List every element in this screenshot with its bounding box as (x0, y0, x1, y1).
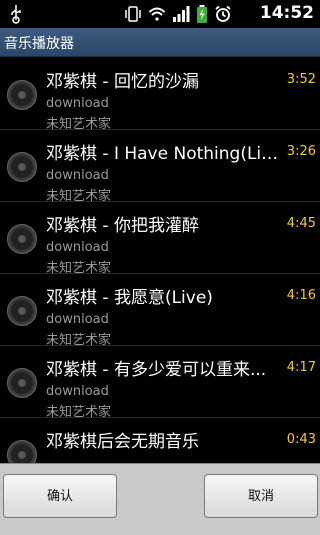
song-duration: 4:45 (286, 216, 316, 231)
song-row[interactable]: 邓紫棋后会无期音乐 0:43 (0, 417, 320, 463)
song-duration: 3:26 (286, 144, 316, 159)
app-title: 音乐播放器 (4, 36, 74, 52)
wifi-icon (148, 7, 166, 21)
song-row[interactable]: 邓紫棋 - 回忆的沙漏 3:52 download 未知艺术家 (0, 57, 320, 132)
song-title: 邓紫棋 - I Have Nothing(Live) (46, 144, 284, 164)
vibrate-icon (125, 6, 141, 22)
bottom-button-bar: 确认 取消 (0, 463, 320, 535)
cancel-button[interactable]: 取消 (204, 474, 318, 518)
song-title: 邓紫棋 - 回忆的沙漏 (46, 72, 199, 92)
song-album: download (46, 168, 109, 183)
song-title: 邓紫棋 - 你把我灌醉 (46, 216, 199, 236)
clock: 14:52 (259, 3, 314, 23)
song-row[interactable]: 邓紫棋 - 我愿意(Live) 4:16 download 未知艺术家 (0, 273, 320, 348)
app-title-bar: 音乐播放器 (0, 28, 320, 57)
song-duration: 4:17 (286, 360, 316, 375)
signal-icon (173, 6, 190, 22)
song-album: download (46, 384, 109, 399)
song-list[interactable]: 邓紫棋 - 回忆的沙漏 3:52 download 未知艺术家 邓紫棋 - I … (0, 57, 320, 463)
usb-icon (11, 5, 21, 24)
disc-icon (7, 80, 37, 110)
confirm-button[interactable]: 确认 (3, 474, 117, 518)
song-album: download (46, 240, 109, 255)
disc-icon (7, 440, 37, 463)
status-bar: 14:52 (0, 0, 320, 28)
song-row[interactable]: 邓紫棋 - 你把我灌醉 4:45 download 未知艺术家 (0, 201, 320, 276)
song-album: download (46, 96, 109, 111)
disc-icon (7, 224, 37, 254)
disc-icon (7, 368, 37, 398)
song-title: 邓紫棋后会无期音乐 (46, 432, 199, 452)
song-row[interactable]: 邓紫棋 - 有多少爱可以重来... 4:17 download 未知艺术家 (0, 345, 320, 420)
disc-icon (7, 296, 37, 326)
disc-icon (7, 152, 37, 182)
song-duration: 0:43 (286, 432, 316, 447)
alarm-icon (215, 5, 231, 22)
song-row[interactable]: 邓紫棋 - I Have Nothing(Live) 3:26 download… (0, 129, 320, 204)
song-duration: 4:16 (286, 288, 316, 303)
song-title: 邓紫棋 - 有多少爱可以重来... (46, 360, 267, 380)
song-album: download (46, 312, 109, 327)
battery-icon (197, 5, 207, 23)
song-title: 邓紫棋 - 我愿意(Live) (46, 288, 213, 308)
song-duration: 3:52 (286, 72, 316, 87)
